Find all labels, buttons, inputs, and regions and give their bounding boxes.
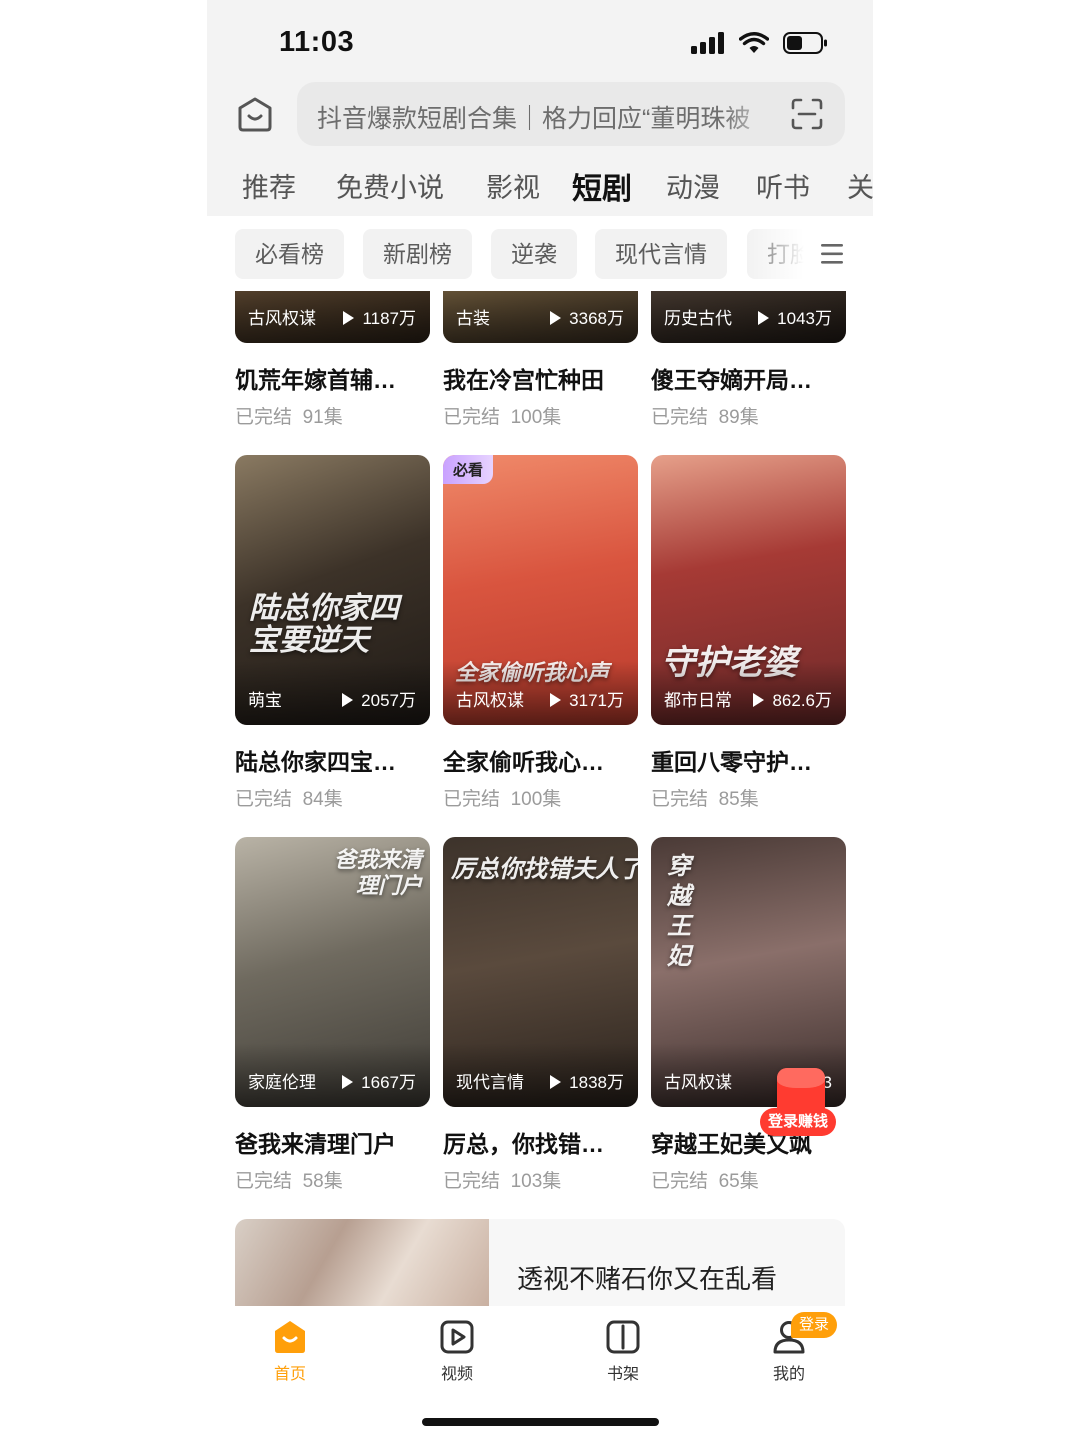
genre-label: 古装 [456, 309, 490, 328]
play-count: 1043万 [758, 304, 832, 329]
play-count: 2057万 [342, 686, 416, 711]
drama-title: 陆总你家四宝… [235, 749, 396, 775]
play-count: 1838万 [550, 1068, 624, 1093]
phone-screen: 11:03 抖音爆款短剧合集｜格力回应“董明珠被 推荐 免费小说 影视 短剧 动… [207, 0, 873, 1439]
genre-label: 现代言情 [456, 1073, 524, 1092]
drama-title: 傻王夺嫡开局… [651, 367, 812, 393]
header-area: 11:03 抖音爆款短剧合集｜格力回应“董明珠被 推荐 免费小说 影视 短剧 动… [207, 0, 873, 216]
poster: 爸我来清理门户 家庭伦理 1667万 [235, 837, 430, 1107]
nav-profile[interactable]: 我的 登录 [739, 1312, 839, 1384]
red-packet-label: 登录赚钱 [760, 1108, 837, 1136]
menu-icon[interactable] [821, 241, 843, 267]
nav-video[interactable]: 视频 [407, 1318, 507, 1384]
genre-label: 家庭伦理 [248, 1073, 316, 1092]
poster-title-art: 穿越王妃 [667, 851, 691, 970]
drama-title: 爸我来清理门户 [235, 1131, 396, 1157]
featured-banner[interactable]: 透视不赌石你又在乱看 [235, 1219, 845, 1306]
wifi-icon [739, 32, 769, 53]
scan-icon[interactable] [791, 98, 823, 130]
play-icon [342, 1075, 354, 1089]
poster: 陆总你家四宝要逆天 萌宝 2057万 [235, 455, 430, 725]
chip-must-watch[interactable]: 必看榜 [235, 229, 344, 279]
play-count: 3171万 [550, 686, 624, 711]
play-icon [550, 693, 562, 707]
poster: 古风权谋 1187万 [235, 291, 430, 343]
drama-status: 已完结 89集 [651, 407, 759, 428]
tab-short-drama[interactable]: 短剧 [572, 164, 632, 208]
chip-modern-romance[interactable]: 现代言情 [595, 229, 727, 279]
bookshelf-icon [606, 1320, 640, 1354]
drama-status: 已完结 65集 [651, 1171, 759, 1192]
login-badge[interactable]: 登录 [791, 1312, 838, 1338]
poster: 厉总你找错夫人了 现代言情 1838万 [443, 837, 638, 1107]
chip-new-dramas[interactable]: 新剧榜 [363, 229, 472, 279]
drama-title: 我在冷宫忙种田 [443, 367, 604, 393]
drama-title: 饥荒年嫁首辅… [235, 367, 396, 393]
poster: 历史古代 1043万 [651, 291, 846, 343]
status-icons [691, 31, 829, 55]
red-packet-button[interactable]: 登录赚钱 [752, 1068, 852, 1136]
must-watch-badge: 必看 [443, 455, 494, 484]
play-icon [343, 311, 355, 325]
poster: 必看 全家偷听我心声 古风权谋 3171万 [443, 455, 638, 725]
banner-image [235, 1219, 489, 1306]
play-icon [753, 693, 765, 707]
drama-title: 厉总，你找错… [443, 1131, 604, 1157]
drama-status: 已完结 58集 [235, 1171, 343, 1192]
tab-anime[interactable]: 动漫 [666, 166, 720, 205]
drama-title: 全家偷听我心… [443, 749, 604, 775]
drama-status: 已完结 84集 [235, 789, 343, 810]
genre-label: 古风权谋 [664, 1073, 732, 1092]
home-indicator [422, 1418, 659, 1426]
drama-status: 已完结 91集 [235, 407, 343, 428]
poster-title-art: 爸我来清理门户 [333, 847, 422, 899]
genre-label: 历史古代 [664, 309, 732, 328]
poster-title-art: 陆总你家四宝要逆天 [249, 591, 399, 658]
poster: 穿越王妃 古风权谋 3 [651, 837, 846, 1107]
play-count: 1187万 [343, 304, 416, 329]
category-tabs: 推荐 免费小说 影视 短剧 动漫 听书 关 [207, 166, 873, 210]
play-icon [342, 693, 354, 707]
search-query: 抖音爆款短剧合集｜格力回应“董明珠被 [317, 105, 751, 131]
poster-title-art: 厉总你找错夫人了 [451, 854, 638, 883]
play-icon [758, 311, 770, 325]
drama-status: 已完结 85集 [651, 789, 759, 810]
nav-home[interactable]: 首页 [240, 1318, 340, 1384]
drama-status: 已完结 100集 [443, 789, 562, 810]
battery-icon [783, 32, 827, 54]
poster: 守护老婆 都市日常 862.6万 [651, 455, 846, 725]
play-icon [550, 311, 562, 325]
tab-audiobooks[interactable]: 听书 [756, 166, 810, 205]
tab-film-tv[interactable]: 影视 [486, 166, 540, 205]
tab-recommend[interactable]: 推荐 [242, 166, 296, 205]
genre-label: 古风权谋 [456, 691, 524, 710]
home-icon [275, 1321, 305, 1353]
play-count: 1667万 [342, 1068, 416, 1093]
tab-following[interactable]: 关 [847, 166, 873, 205]
tab-free-novels[interactable]: 免费小说 [336, 166, 444, 205]
filter-chips: 必看榜 新剧榜 逆袭 现代言情 打脸 [207, 229, 873, 279]
play-count: 862.6万 [753, 686, 832, 711]
search-bar[interactable]: 抖音爆款短剧合集｜格力回应“董明珠被 [297, 82, 845, 146]
play-count: 3368万 [550, 304, 624, 329]
drama-title: 重回八零守护… [651, 749, 812, 775]
nav-bookshelf[interactable]: 书架 [573, 1318, 673, 1384]
cellular-signal-icon [691, 32, 724, 54]
bag-home-icon[interactable] [235, 94, 275, 134]
chips-fade [747, 229, 873, 279]
video-play-icon [440, 1320, 474, 1354]
drama-grid: 古风权谋 1187万 饥荒年嫁首辅… 已完结 91集 古装 3368万 我在冷宫… [207, 291, 873, 1306]
play-icon [550, 1075, 562, 1089]
chip-comeback[interactable]: 逆袭 [491, 229, 577, 279]
status-time: 11:03 [279, 26, 355, 58]
genre-label: 古风权谋 [248, 309, 316, 328]
drama-status: 已完结 100集 [443, 407, 562, 428]
drama-status: 已完结 103集 [443, 1171, 562, 1192]
banner-title: 透视不赌石你又在乱看 [517, 1264, 778, 1294]
poster: 古装 3368万 [443, 291, 638, 343]
genre-label: 都市日常 [664, 691, 732, 710]
genre-label: 萌宝 [248, 691, 282, 710]
